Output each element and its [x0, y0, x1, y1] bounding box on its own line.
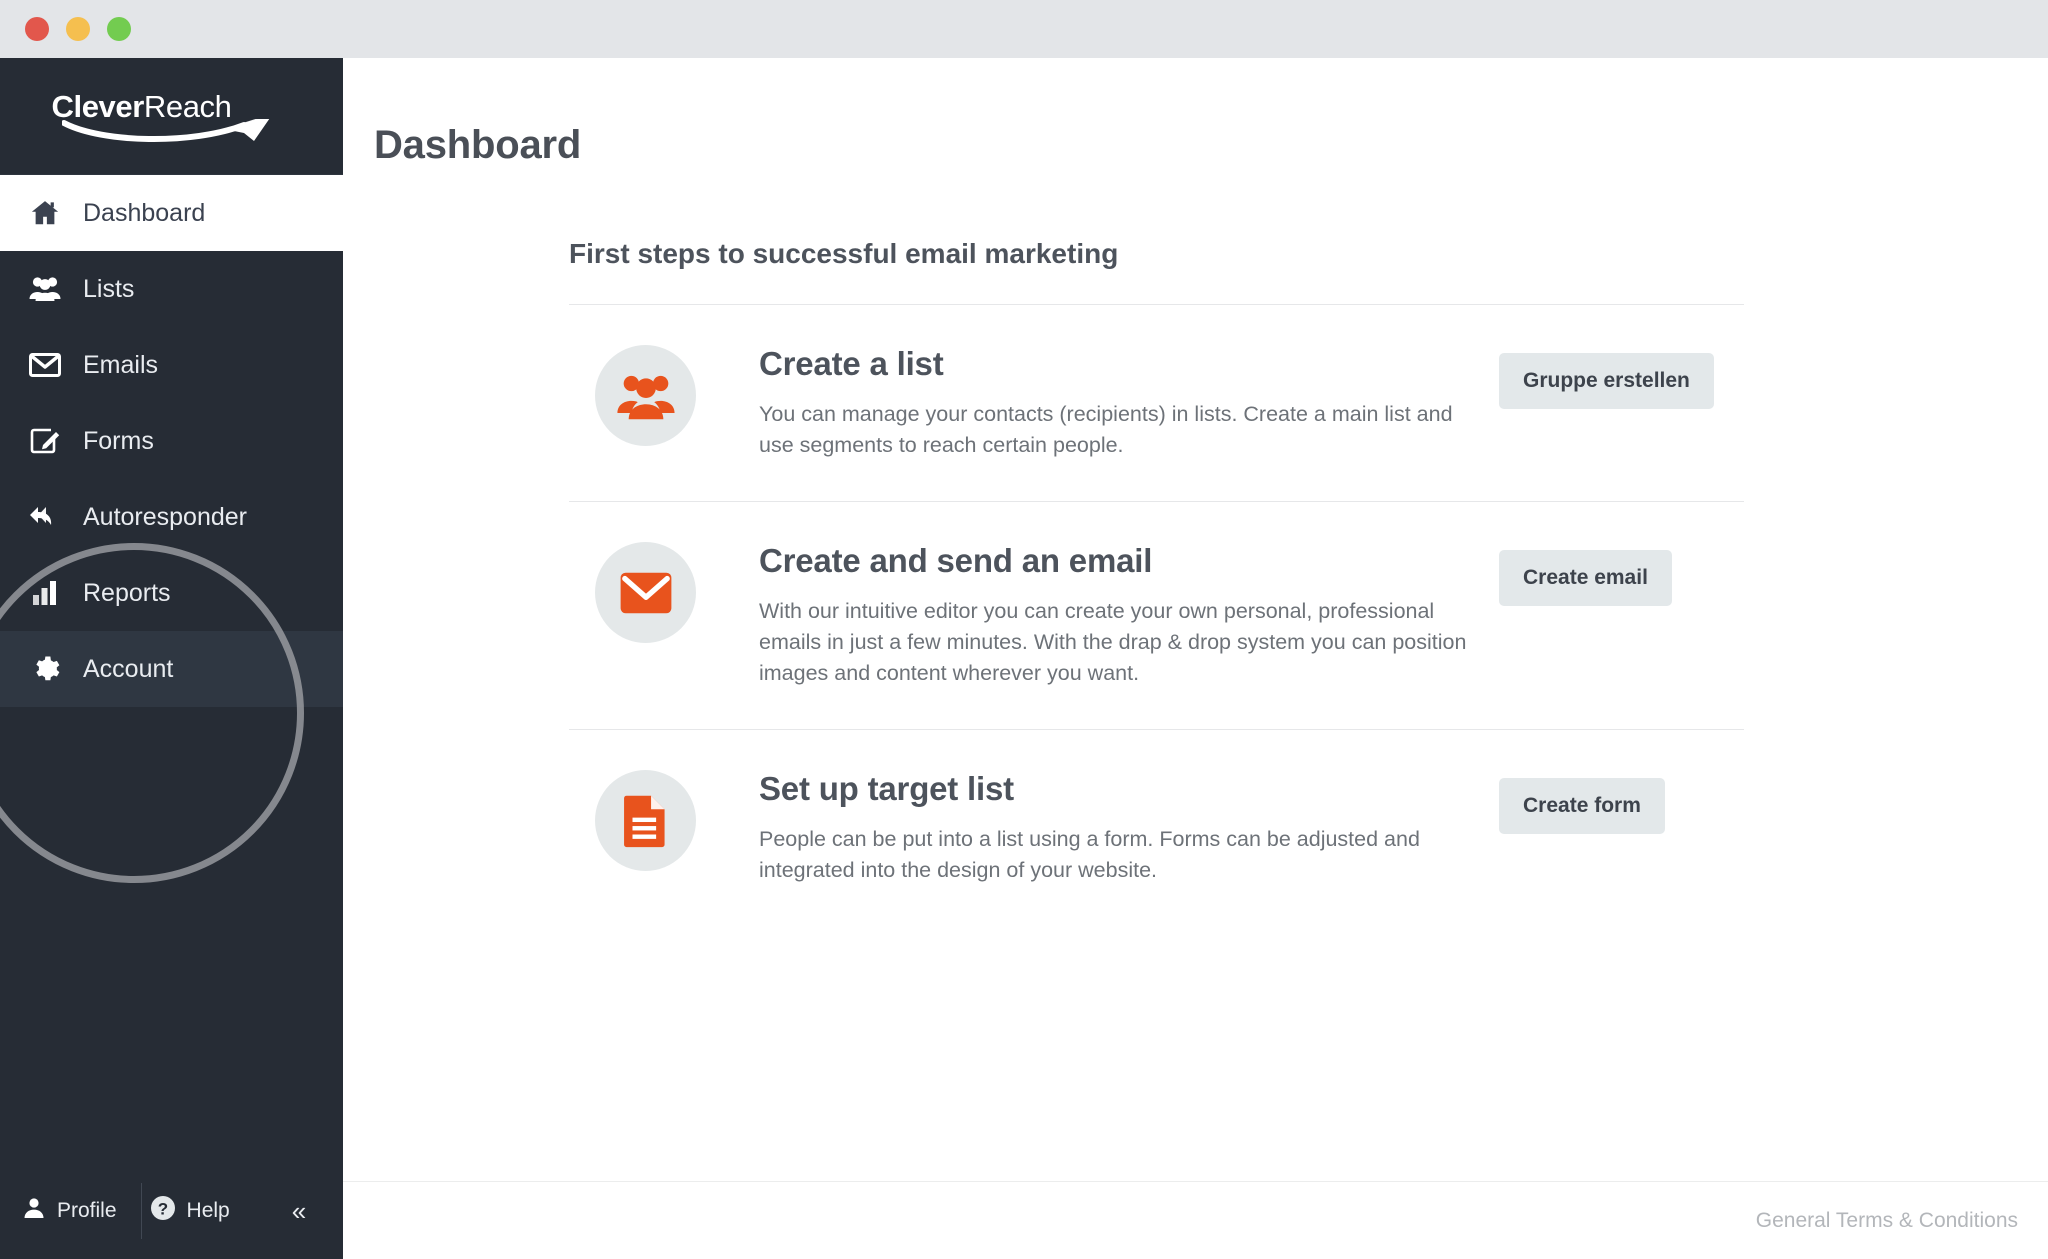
sidebar-item-emails[interactable]: Emails: [0, 327, 343, 403]
maximize-window-button[interactable]: [107, 17, 131, 41]
card-body: Create a list You can manage your contac…: [759, 345, 1499, 461]
sidebar-item-label: Autoresponder: [83, 502, 248, 531]
first-step-card: Create and send an email With our intuit…: [569, 502, 1744, 729]
sidebar-item-account[interactable]: Account: [0, 631, 343, 707]
card-icon-wrap: [569, 542, 759, 643]
bar-chart-icon: [19, 580, 71, 606]
terms-and-conditions-link[interactable]: General Terms & Conditions: [1756, 1209, 2018, 1233]
create-group-button[interactable]: Gruppe erstellen: [1499, 353, 1714, 409]
create-email-button[interactable]: Create email: [1499, 550, 1672, 606]
help-button[interactable]: ? Help: [142, 1185, 254, 1237]
first-step-card: Create a list You can manage your contac…: [569, 305, 1744, 501]
sidebar-item-label: Emails: [83, 350, 159, 379]
profile-label: Profile: [57, 1199, 117, 1222]
sidebar-item-label: Dashboard: [83, 198, 206, 227]
form-edit-icon: [19, 426, 71, 456]
sidebar-nav: Dashboard Lists Emails Forms Autorespond…: [0, 175, 343, 707]
create-form-button[interactable]: Create form: [1499, 778, 1665, 834]
sidebar-item-reports[interactable]: Reports: [0, 555, 343, 631]
sidebar: CleverReach Dashboard Lists Emails Forms…: [0, 58, 343, 1259]
document-lines-icon: [595, 770, 696, 871]
card-description: You can manage your contacts (recipients…: [759, 402, 1453, 457]
card-action: Gruppe erstellen: [1499, 345, 1714, 409]
page-footer: General Terms & Conditions: [343, 1181, 2048, 1259]
card-icon-wrap: [569, 770, 759, 871]
card-title: Set up target list: [759, 770, 1014, 807]
sidebar-item-dashboard[interactable]: Dashboard: [0, 175, 343, 251]
sidebar-item-lists[interactable]: Lists: [0, 251, 343, 327]
card-title: Create a list: [759, 345, 944, 382]
card-action: Create form: [1499, 770, 1665, 834]
reply-all-icon: [19, 504, 71, 530]
page-title: Dashboard: [374, 123, 582, 167]
sidebar-footer: Profile ? Help «: [0, 1163, 343, 1259]
brand-logo[interactable]: CleverReach: [0, 58, 343, 175]
sidebar-item-label: Account: [83, 654, 174, 683]
paper-plane-swoosh-icon: [61, 119, 287, 145]
app-body: CleverReach Dashboard Lists Emails Forms…: [0, 58, 2048, 1259]
profile-button[interactable]: Profile: [14, 1185, 141, 1237]
sidebar-item-forms[interactable]: Forms: [0, 403, 343, 479]
sidebar-item-autoresponder[interactable]: Autoresponder: [0, 479, 343, 555]
app-window: CleverReach Dashboard Lists Emails Forms…: [0, 0, 2048, 1259]
first-steps-panel: First steps to successful email marketin…: [343, 168, 1903, 926]
card-description: With our intuitive editor you can create…: [759, 599, 1467, 685]
home-icon: [19, 198, 71, 228]
sidebar-item-label: Reports: [83, 578, 171, 607]
svg-text:?: ?: [157, 1200, 167, 1219]
window-title-bar: [0, 0, 2048, 58]
card-body: Create and send an email With our intuit…: [759, 542, 1499, 689]
minimize-window-button[interactable]: [66, 17, 90, 41]
double-chevron-left-icon[interactable]: «: [280, 1190, 318, 1232]
envelope-icon: [19, 353, 71, 377]
card-description: People can be put into a list using a fo…: [759, 827, 1420, 882]
user-icon: [22, 1196, 46, 1226]
first-step-card: Set up target list People can be put int…: [569, 730, 1744, 926]
sidebar-item-label: Forms: [83, 426, 154, 455]
card-title: Create and send an email: [759, 542, 1153, 579]
close-window-button[interactable]: [25, 17, 49, 41]
main-content: Dashboard First steps to successful emai…: [343, 58, 2048, 1259]
users-group-icon: [595, 345, 696, 446]
gear-icon: [19, 654, 71, 684]
card-icon-wrap: [569, 345, 759, 446]
sidebar-item-label: Lists: [83, 274, 135, 303]
envelope-icon: [595, 542, 696, 643]
card-action: Create email: [1499, 542, 1672, 606]
section-title: First steps to successful email marketin…: [569, 238, 1119, 269]
question-circle-icon: ?: [150, 1195, 176, 1227]
card-body: Set up target list People can be put int…: [759, 770, 1499, 886]
help-label: Help: [186, 1199, 230, 1222]
users-icon: [19, 275, 71, 303]
